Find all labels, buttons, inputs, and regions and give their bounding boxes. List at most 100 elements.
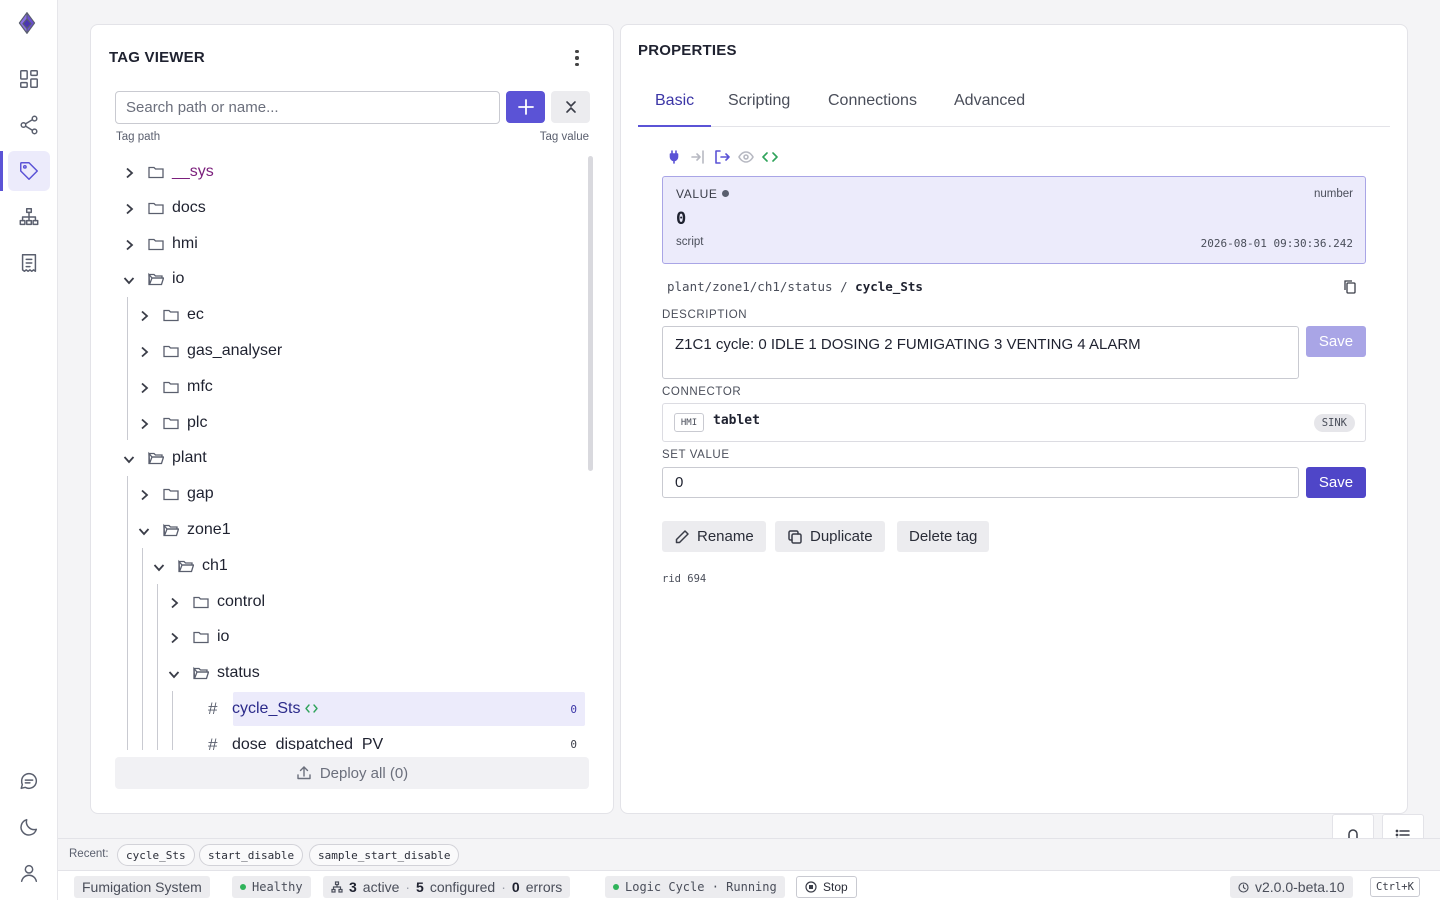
- chevron-right-icon[interactable]: [123, 166, 135, 179]
- nav-connections[interactable]: [8, 105, 50, 145]
- moon-icon: [20, 818, 38, 836]
- connections-summary[interactable]: 3 active · 5 configured · 0 errors: [323, 876, 571, 898]
- eye-icon[interactable]: [738, 149, 754, 165]
- nav-account[interactable]: [8, 853, 50, 893]
- collapse-all-button[interactable]: [551, 91, 590, 123]
- folder-row[interactable]: control: [115, 585, 585, 619]
- input-icon[interactable]: [690, 149, 706, 165]
- copy-icon[interactable]: [1343, 279, 1357, 295]
- chevron-right-icon[interactable]: [123, 202, 135, 214]
- tag-row[interactable]: # cycle_Sts 0: [208, 692, 585, 726]
- tag-path-prefix: plant/zone1/ch1/status: [667, 279, 833, 294]
- connector-label: CONNECTOR: [662, 386, 742, 398]
- chevron-down-icon[interactable]: [123, 273, 135, 285]
- connector-field[interactable]: HMI tablet SINK: [662, 403, 1366, 442]
- chevron-right-icon[interactable]: [138, 381, 150, 393]
- chevron-down-icon[interactable]: [153, 560, 165, 572]
- tree-scrollbar[interactable]: [588, 156, 593, 471]
- folder-row[interactable]: gas_analyser: [115, 334, 585, 368]
- nav-chat[interactable]: [8, 761, 50, 801]
- folder-row[interactable]: __sys: [115, 155, 585, 189]
- more-options-icon[interactable]: [569, 47, 585, 69]
- tab-scripting[interactable]: Scripting: [711, 91, 807, 127]
- folder-open-icon: [163, 523, 180, 537]
- duplicate-button[interactable]: Duplicate: [775, 521, 885, 552]
- configured-count: 5: [416, 879, 424, 895]
- chevron-right-icon[interactable]: [123, 238, 135, 250]
- tag-path-separator: /: [840, 279, 848, 294]
- code-icon: [305, 704, 318, 713]
- delete-tag-button[interactable]: Delete tag: [897, 521, 990, 552]
- health-dot: [240, 884, 246, 890]
- receipt-icon: [21, 254, 37, 272]
- configured-label: configured: [429, 879, 496, 895]
- nav-tags[interactable]: [0, 151, 50, 191]
- collapse-icon: [565, 101, 576, 113]
- recent-label: Recent:: [69, 848, 109, 860]
- chevron-down-icon[interactable]: [168, 667, 180, 679]
- folder-row[interactable]: ec: [115, 298, 585, 332]
- chevron-right-icon[interactable]: [138, 309, 150, 322]
- project-name[interactable]: Fumigation System: [74, 876, 210, 898]
- chevron-right-icon[interactable]: [138, 417, 150, 429]
- folder-row[interactable]: io: [115, 262, 585, 296]
- tab-basic[interactable]: Basic: [638, 91, 712, 127]
- folder-row[interactable]: plant: [115, 441, 585, 475]
- nav-logs[interactable]: [8, 243, 50, 283]
- command-palette-shortcut[interactable]: Ctrl+K: [1370, 877, 1420, 897]
- duplicate-label: Duplicate: [810, 528, 873, 545]
- chevron-right-icon[interactable]: [138, 345, 150, 358]
- network-icon: [331, 881, 343, 893]
- folder-row[interactable]: plc: [115, 406, 585, 440]
- folder-open-icon: [193, 666, 210, 680]
- upload-icon: [297, 766, 311, 780]
- search-input[interactable]: [115, 91, 500, 124]
- tab-connections[interactable]: Connections: [811, 91, 934, 127]
- recent-chip[interactable]: cycle_Sts: [117, 844, 195, 866]
- folder-icon: [163, 487, 179, 501]
- recent-chip[interactable]: start_disable: [199, 844, 304, 866]
- chevron-down-icon[interactable]: [138, 524, 150, 536]
- chevron-right-icon[interactable]: [168, 596, 180, 608]
- folder-row[interactable]: ch1: [115, 549, 585, 583]
- folder-row[interactable]: io: [115, 620, 585, 654]
- connector-type-badge: HMI: [674, 413, 704, 432]
- gem-icon[interactable]: [16, 12, 42, 44]
- add-tag-button[interactable]: [506, 91, 545, 123]
- folder-row[interactable]: zone1: [115, 513, 585, 547]
- number-type-icon: #: [208, 699, 218, 718]
- stop-button[interactable]: Stop: [796, 876, 857, 898]
- nav-theme[interactable]: [8, 807, 50, 847]
- chevron-down-icon[interactable]: [123, 452, 135, 464]
- set-value-input[interactable]: 0: [662, 467, 1299, 498]
- save-description-button[interactable]: Save: [1306, 326, 1366, 357]
- number-type-icon: #: [208, 734, 218, 750]
- logic-label: Logic Cycle · Running: [625, 880, 777, 894]
- chevron-right-icon[interactable]: [168, 631, 180, 644]
- logic-cycle-status: Logic Cycle · Running: [605, 876, 785, 898]
- folder-row[interactable]: status: [115, 656, 585, 690]
- nav-dashboard[interactable]: [8, 59, 50, 99]
- rename-button[interactable]: Rename: [662, 521, 766, 552]
- folder-row[interactable]: mfc: [115, 370, 585, 404]
- properties-panel: PROPERTIES Basic Scripting Connections A…: [620, 24, 1408, 814]
- description-field[interactable]: Z1C1 cycle: 0 IDLE 1 DOSING 2 FUMIGATING…: [662, 326, 1299, 379]
- current-value: 0: [676, 209, 687, 229]
- plug-icon[interactable]: [666, 149, 682, 165]
- recent-chip[interactable]: sample_start_disable: [309, 844, 460, 866]
- tag-icon: [20, 162, 38, 180]
- nav-hierarchy[interactable]: [8, 197, 50, 237]
- code-icon[interactable]: [762, 149, 778, 165]
- folder-row[interactable]: gap: [115, 477, 585, 511]
- dashboard-icon: [20, 70, 38, 88]
- folder-row[interactable]: hmi: [115, 227, 585, 261]
- folder-icon: [148, 165, 164, 179]
- tab-advanced[interactable]: Advanced: [937, 91, 1042, 127]
- chevron-right-icon[interactable]: [138, 488, 150, 501]
- output-icon[interactable]: [714, 149, 730, 165]
- value-type: number: [1314, 188, 1353, 200]
- deploy-all-button[interactable]: Deploy all (0): [115, 757, 589, 789]
- folder-row[interactable]: docs: [115, 191, 585, 225]
- save-value-button[interactable]: Save: [1306, 467, 1366, 498]
- tag-row[interactable]: # dose_dispatched_PV 0: [115, 728, 585, 750]
